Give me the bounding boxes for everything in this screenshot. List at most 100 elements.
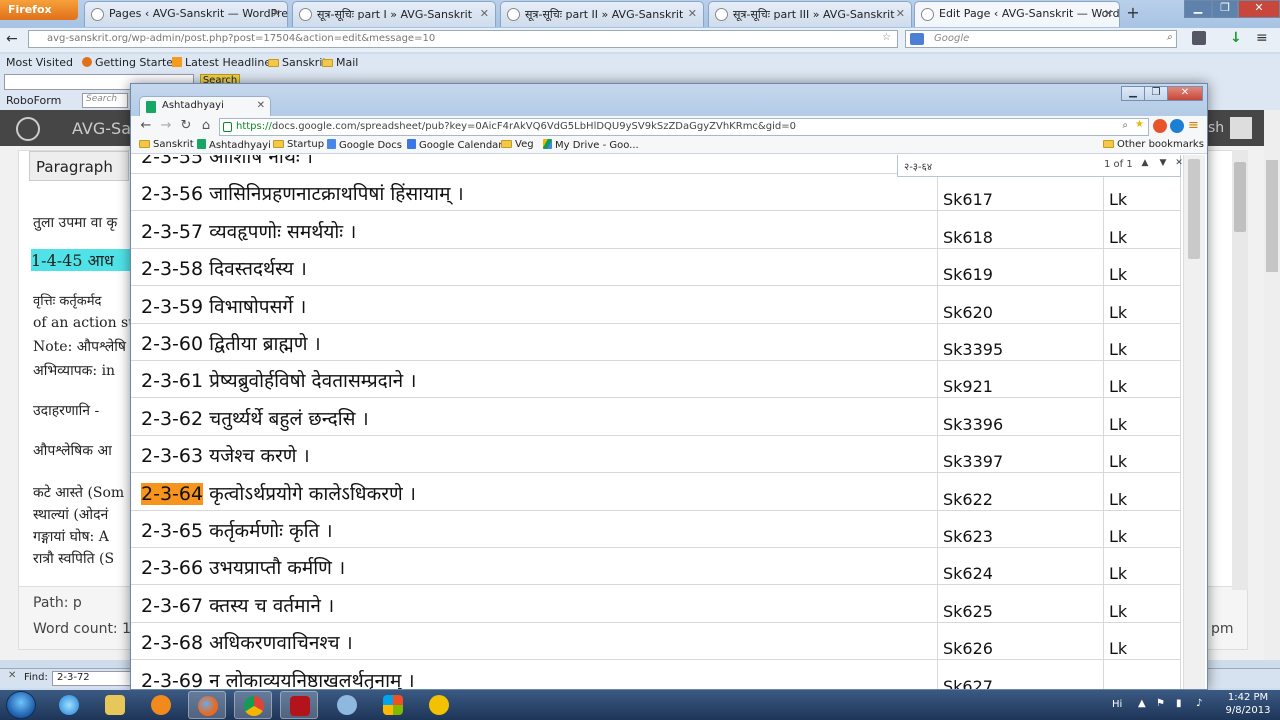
- find-next-button[interactable]: ▼: [1156, 158, 1170, 172]
- sutra-cell[interactable]: 2-3-64 कृत्वोऽर्थप्रयोगे कालेऽधिकरणे ।: [141, 480, 416, 506]
- table-row[interactable]: 2-3-67 क्तस्य च वर्तमाने । Sk625 Lk: [131, 585, 1181, 623]
- firefox-url-bar[interactable]: avg-sanskrit.org/wp-admin/post.php?post=…: [28, 30, 898, 48]
- sutra-cell[interactable]: 2-3-61 प्रेष्यब्रुवोर्हविषो देवतासम्प्रद…: [141, 367, 416, 393]
- sutra-cell[interactable]: 2-3-56 जासिनिप्रहणनाटक्राथपिषां हिंसायाम…: [141, 180, 464, 206]
- wp-howdy[interactable]: sh: [1208, 120, 1224, 136]
- sutra-cell[interactable]: 2-3-67 क्तस्य च वर्तमाने ।: [141, 592, 334, 618]
- lk-cell[interactable]: Lk: [1109, 564, 1127, 583]
- close-icon[interactable]: ✕: [8, 670, 16, 681]
- roboform-search-input[interactable]: Search: [82, 93, 128, 108]
- chrome-scrollbar[interactable]: [1183, 155, 1205, 689]
- clock-time[interactable]: 1:42 PM: [1218, 692, 1278, 703]
- taskbar-audio[interactable]: [420, 691, 458, 719]
- sk-cell[interactable]: Sk617: [943, 190, 993, 209]
- show-hidden-icons-icon[interactable]: ▲: [1138, 698, 1146, 709]
- table-row[interactable]: 2-3-69 न लोकाव्ययनिष्ठाखलर्थतृनाम् । Sk62…: [131, 660, 1181, 689]
- firefox-tab-sutra-3[interactable]: सूत्र-सूचिः part III » AVG-Sanskrit ✕: [708, 1, 912, 27]
- close-window-button[interactable]: ✕: [1167, 86, 1203, 101]
- bookmark-google-calendar[interactable]: Google Calendar: [407, 139, 502, 151]
- sutra-cell[interactable]: 2-3-69 न लोकाव्ययनिष्ठाखलर्थतृनाम् ।: [141, 667, 415, 689]
- sk-cell[interactable]: Sk921: [943, 377, 993, 396]
- sutra-cell[interactable]: 2-3-57 व्यवहृपणोः समर्थयोः ।: [141, 218, 356, 244]
- firefox-tab-edit-page[interactable]: Edit Page ‹ AVG-Sanskrit — WordPress ✕: [914, 1, 1120, 27]
- start-button[interactable]: [6, 691, 36, 719]
- bookmark-google-docs[interactable]: Google Docs: [327, 139, 402, 151]
- table-row[interactable]: 2-3-60 द्वितीया ब्राह्मणे । Sk3395 Lk: [131, 324, 1181, 361]
- sk-cell[interactable]: Sk619: [943, 265, 993, 284]
- format-select[interactable]: Paragraph: [29, 151, 129, 181]
- table-row[interactable]: 2-3-56 जासिनिप्रहणनाटक्राथपिषां हिंसायाम…: [131, 174, 1181, 212]
- sk-cell[interactable]: Sk618: [943, 228, 993, 247]
- roboform-label[interactable]: RoboForm: [6, 94, 61, 107]
- sk-cell[interactable]: Sk620: [943, 303, 993, 322]
- maximize-button[interactable]: ❐: [1144, 86, 1168, 101]
- home-icon[interactable]: ⌂: [197, 118, 215, 136]
- extension-icon[interactable]: [1153, 119, 1167, 133]
- clock-date[interactable]: 9/8/2013: [1218, 705, 1278, 716]
- scroll-thumb[interactable]: [1266, 160, 1278, 272]
- editor-scrollbar[interactable]: [1232, 150, 1248, 590]
- minimize-button[interactable]: ▁: [1121, 86, 1145, 101]
- sutra-cell[interactable]: 2-3-59 विभाषोपसर्गे ।: [141, 293, 306, 319]
- table-row[interactable]: 2-3-57 व्यवहृपणोः समर्थयोः । Sk618 Lk: [131, 211, 1181, 249]
- firefox-tab-sutra-1[interactable]: सूत्र-सूचिः part I » AVG-Sanskrit ✕: [292, 1, 496, 27]
- taskbar-media-player[interactable]: [142, 691, 180, 719]
- page-scrollbar[interactable]: [1264, 110, 1280, 660]
- table-row[interactable]: 2-3-66 उभयप्राप्तौ कर्मणि । Sk624 Lk: [131, 548, 1181, 586]
- sk-cell[interactable]: Sk627: [943, 677, 993, 689]
- search-icon[interactable]: ⌕: [1122, 120, 1128, 131]
- star-icon[interactable]: ★: [1135, 119, 1144, 130]
- sk-cell[interactable]: Sk3396: [943, 415, 1003, 434]
- lk-cell[interactable]: Lk: [1109, 415, 1127, 434]
- new-tab-button[interactable]: +: [1122, 3, 1144, 23]
- volume-icon[interactable]: ♪: [1196, 698, 1202, 709]
- lk-cell[interactable]: Lk: [1109, 340, 1127, 359]
- extension-icon[interactable]: [1170, 119, 1184, 133]
- bookmark-latest-headlines[interactable]: Latest Headlines: [172, 56, 277, 69]
- menu-icon[interactable]: ≡: [1188, 118, 1199, 133]
- language-indicator[interactable]: Hi: [1112, 699, 1122, 710]
- close-icon[interactable]: ✕: [688, 7, 697, 20]
- back-arrow-icon[interactable]: ←: [137, 118, 155, 136]
- menu-icon[interactable]: ≡: [1256, 30, 1268, 46]
- addon-icon[interactable]: [1192, 31, 1206, 45]
- lk-cell[interactable]: Lk: [1109, 228, 1127, 247]
- table-row[interactable]: 2-3-64 कृत्वोऽर्थप्रयोगे कालेऽधिकरणे । Sk…: [131, 473, 1181, 511]
- find-query[interactable]: २-३-६४: [904, 159, 932, 173]
- minimize-button[interactable]: ▁: [1184, 0, 1212, 18]
- taskbar-internet-explorer[interactable]: [50, 691, 88, 719]
- chrome-address-bar[interactable]: https://docs.google.com/spreadsheet/pub?…: [219, 118, 1149, 136]
- lk-cell[interactable]: Lk: [1109, 377, 1127, 396]
- maximize-button[interactable]: ❐: [1212, 0, 1238, 18]
- lk-cell[interactable]: Lk: [1109, 303, 1127, 322]
- lk-cell[interactable]: Lk: [1109, 639, 1127, 658]
- sutra-cell[interactable]: 2-3-65 कर्तृकर्मणोः कृति ।: [141, 517, 333, 543]
- avatar[interactable]: [1230, 117, 1252, 139]
- close-window-button[interactable]: ✕: [1238, 0, 1280, 18]
- lk-cell[interactable]: Lk: [1109, 527, 1127, 546]
- bookmark-most-visited[interactable]: Most Visited: [6, 56, 73, 69]
- taskbar-chrome[interactable]: [234, 691, 272, 719]
- sk-cell[interactable]: Sk624: [943, 564, 993, 583]
- bookmark-veg[interactable]: Veg: [501, 139, 534, 150]
- scroll-thumb[interactable]: [1188, 159, 1200, 259]
- firefox-menu-button[interactable]: Firefox: [0, 0, 78, 20]
- lk-cell[interactable]: Lk: [1109, 452, 1127, 471]
- bookmark-sanskrit[interactable]: Sanskrit: [139, 139, 194, 150]
- table-row[interactable]: 2-3-61 प्रेष्यब्रुवोर्हविषो देवतासम्प्रद…: [131, 361, 1181, 399]
- close-icon[interactable]: ✕: [896, 7, 905, 20]
- sutra-cell[interactable]: 2-3-62 चतुर्थ्यर्थे बहुलं छन्दसि ।: [141, 405, 369, 431]
- bookmark-sanskrit[interactable]: Sanskrit: [268, 56, 327, 69]
- lk-cell[interactable]: Lk: [1109, 265, 1127, 284]
- sk-cell[interactable]: Sk623: [943, 527, 993, 546]
- sutra-cell[interactable]: 2-3-66 उभयप्राप्तौ कर्मणि ।: [141, 554, 345, 580]
- close-icon[interactable]: ✕: [272, 7, 281, 20]
- lk-cell[interactable]: Lk: [1109, 190, 1127, 209]
- find-previous-button[interactable]: ▲: [1138, 158, 1152, 172]
- bookmark-startup[interactable]: Startup: [273, 139, 324, 150]
- taskbar-file-explorer[interactable]: [96, 691, 134, 719]
- sk-cell[interactable]: Sk626: [943, 639, 993, 658]
- bookmark-my-drive[interactable]: My Drive - Goo...: [543, 139, 639, 151]
- search-icon[interactable]: ⌕: [1166, 32, 1172, 43]
- close-icon[interactable]: ✕: [480, 7, 489, 20]
